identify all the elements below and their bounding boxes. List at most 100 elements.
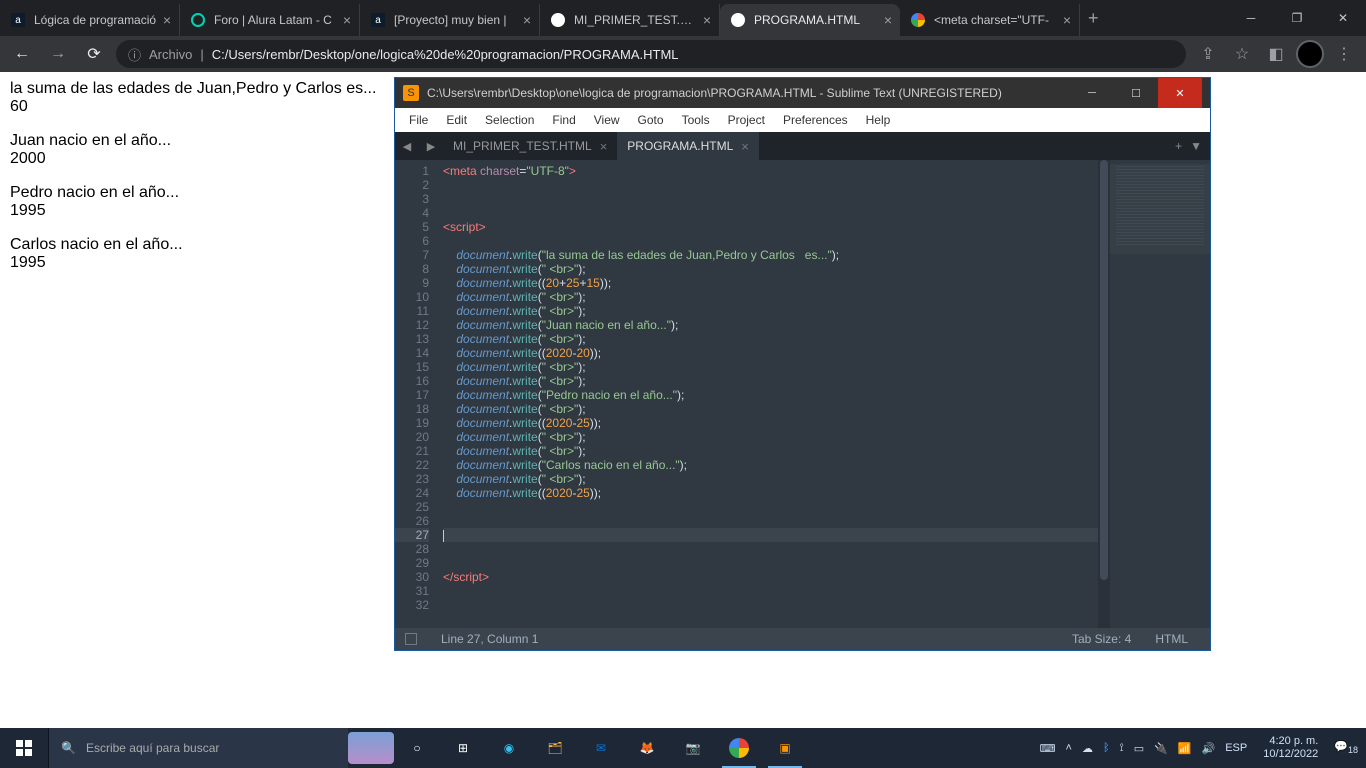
status-panel-icon[interactable] <box>405 633 417 645</box>
code-line[interactable]: document.write((2020-25)); <box>443 416 1110 430</box>
menu-file[interactable]: File <box>401 111 436 129</box>
address-bar[interactable]: ⓘ Archivo | C:/Users/rembr/Desktop/one/l… <box>116 40 1186 68</box>
code-line[interactable] <box>443 556 1110 570</box>
code-line[interactable] <box>443 192 1110 206</box>
sublime-tab[interactable]: MI_PRIMER_TEST.HTML× <box>443 132 617 160</box>
code-line[interactable]: document.write("Juan nacio en el año..."… <box>443 318 1110 332</box>
code-line[interactable] <box>443 500 1110 514</box>
code-line[interactable]: document.write(" <br>"); <box>443 472 1110 486</box>
code-line[interactable]: document.write(" <br>"); <box>443 444 1110 458</box>
code-line[interactable] <box>443 598 1110 612</box>
code-line[interactable] <box>443 528 1110 542</box>
share-icon[interactable]: ⇪ <box>1194 40 1222 68</box>
tab-close-icon[interactable]: × <box>343 12 351 28</box>
sublime-minimize[interactable]: ─ <box>1070 78 1114 108</box>
sublime-taskbar-icon[interactable]: ▣ <box>762 728 808 768</box>
back-button[interactable]: ← <box>8 40 36 68</box>
taskbar-search[interactable]: 🔍 Escribe aquí para buscar <box>48 728 348 768</box>
task-view-icon[interactable]: ⊞ <box>440 728 486 768</box>
code-line[interactable]: document.write("Carlos nacio en el año..… <box>443 458 1110 472</box>
touch-keyboard-icon[interactable]: ⌨ <box>1040 742 1056 755</box>
menu-selection[interactable]: Selection <box>477 111 542 129</box>
code-line[interactable]: document.write(" <br>"); <box>443 262 1110 276</box>
tab-close-icon[interactable]: × <box>163 12 171 28</box>
maximize-button[interactable]: ❐ <box>1274 0 1320 36</box>
code-line[interactable] <box>443 206 1110 220</box>
bluetooth-icon[interactable]: ᛒ <box>1103 742 1110 754</box>
code-line[interactable]: document.write(" <br>"); <box>443 360 1110 374</box>
tab-add-icon[interactable]: + <box>1175 139 1182 153</box>
tab-close-icon[interactable]: × <box>884 12 892 28</box>
sublime-tab-close-icon[interactable]: × <box>741 139 749 154</box>
taskbar-clock[interactable]: 4:20 p. m. 10/12/2022 <box>1257 735 1324 761</box>
code-line[interactable]: document.write("la suma de las edades de… <box>443 248 1110 262</box>
browser-tab[interactable]: PROGRAMA.HTML× <box>720 4 900 36</box>
mail-icon[interactable]: ✉ <box>578 728 624 768</box>
tab-close-icon[interactable]: × <box>1063 12 1071 28</box>
weather-widget[interactable] <box>348 728 394 768</box>
reload-button[interactable]: ⟳ <box>80 40 108 68</box>
start-button[interactable] <box>0 728 48 768</box>
notifications-icon[interactable]: 💬18 <box>1334 740 1358 755</box>
tray-chevron-icon[interactable]: ˄ <box>1066 742 1072 754</box>
power-icon[interactable]: 🔌 <box>1154 742 1168 755</box>
code-line[interactable] <box>443 542 1110 556</box>
menu-project[interactable]: Project <box>720 111 773 129</box>
forward-button[interactable]: → <box>44 40 72 68</box>
code-area[interactable]: <meta charset="UTF-8"><script> document.… <box>435 160 1110 628</box>
editor-scrollbar[interactable] <box>1098 160 1110 628</box>
sublime-titlebar[interactable]: S C:\Users\rembr\Desktop\one\logica de p… <box>395 78 1210 108</box>
tab-next-icon[interactable]: ▶ <box>419 140 443 153</box>
code-line[interactable]: document.write(" <br>"); <box>443 402 1110 416</box>
code-line[interactable] <box>443 584 1110 598</box>
side-panel-icon[interactable]: ◧ <box>1262 40 1290 68</box>
code-line[interactable]: <script> <box>443 220 1110 234</box>
code-line[interactable]: document.write((2020-20)); <box>443 346 1110 360</box>
code-line[interactable]: document.write("Pedro nacio en el año...… <box>443 388 1110 402</box>
code-line[interactable]: document.write(" <br>"); <box>443 430 1110 444</box>
edge-icon[interactable]: ◉ <box>486 728 532 768</box>
firefox-icon[interactable]: 🦊 <box>624 728 670 768</box>
volume-icon[interactable]: 🔊 <box>1202 742 1216 755</box>
code-line[interactable] <box>443 178 1110 192</box>
menu-goto[interactable]: Goto <box>630 111 672 129</box>
new-tab-button[interactable]: + <box>1080 8 1107 29</box>
onedrive-icon[interactable]: ☁ <box>1082 742 1093 755</box>
status-position[interactable]: Line 27, Column 1 <box>429 632 550 646</box>
bookmark-icon[interactable]: ☆ <box>1228 40 1256 68</box>
cortana-icon[interactable]: ○ <box>394 728 440 768</box>
profile-avatar[interactable] <box>1296 40 1324 68</box>
chrome-icon[interactable] <box>716 728 762 768</box>
wifi-icon[interactable]: 📶 <box>1178 742 1192 755</box>
code-line[interactable]: document.write(" <br>"); <box>443 304 1110 318</box>
battery-icon[interactable]: ▭ <box>1134 742 1144 755</box>
code-line[interactable]: document.write(" <br>"); <box>443 374 1110 388</box>
menu-edit[interactable]: Edit <box>438 111 475 129</box>
chrome-menu-icon[interactable]: ⋮ <box>1330 40 1358 68</box>
menu-find[interactable]: Find <box>544 111 583 129</box>
ime-label[interactable]: ESP <box>1225 742 1247 754</box>
code-line[interactable]: document.write((20+25+15)); <box>443 276 1110 290</box>
minimap[interactable] <box>1110 160 1210 628</box>
code-line[interactable]: document.write(" <br>"); <box>443 290 1110 304</box>
sublime-tab-close-icon[interactable]: × <box>600 139 608 154</box>
minimize-button[interactable]: ─ <box>1228 0 1274 36</box>
sublime-maximize[interactable]: ☐ <box>1114 78 1158 108</box>
tab-prev-icon[interactable]: ◀ <box>395 140 419 153</box>
tab-dropdown-icon[interactable]: ▼ <box>1190 139 1202 153</box>
site-info-icon[interactable]: ⓘ <box>128 45 141 64</box>
browser-tab[interactable]: MI_PRIMER_TEST.HTM× <box>540 4 720 36</box>
browser-tab[interactable]: Foro | Alura Latam - C× <box>180 4 360 36</box>
menu-tools[interactable]: Tools <box>674 111 718 129</box>
menu-view[interactable]: View <box>586 111 628 129</box>
tab-close-icon[interactable]: × <box>523 12 531 28</box>
sublime-tab[interactable]: PROGRAMA.HTML× <box>617 132 759 160</box>
code-line[interactable]: </script> <box>443 570 1110 584</box>
close-button[interactable]: ✕ <box>1320 0 1366 36</box>
browser-tab[interactable]: <meta charset="UTF-× <box>900 4 1080 36</box>
code-line[interactable]: document.write((2020-25)); <box>443 486 1110 500</box>
code-line[interactable] <box>443 514 1110 528</box>
tab-close-icon[interactable]: × <box>703 12 711 28</box>
explorer-icon[interactable]: 🗂 <box>532 728 578 768</box>
browser-tab[interactable]: a[Proyecto] muy bien |× <box>360 4 540 36</box>
